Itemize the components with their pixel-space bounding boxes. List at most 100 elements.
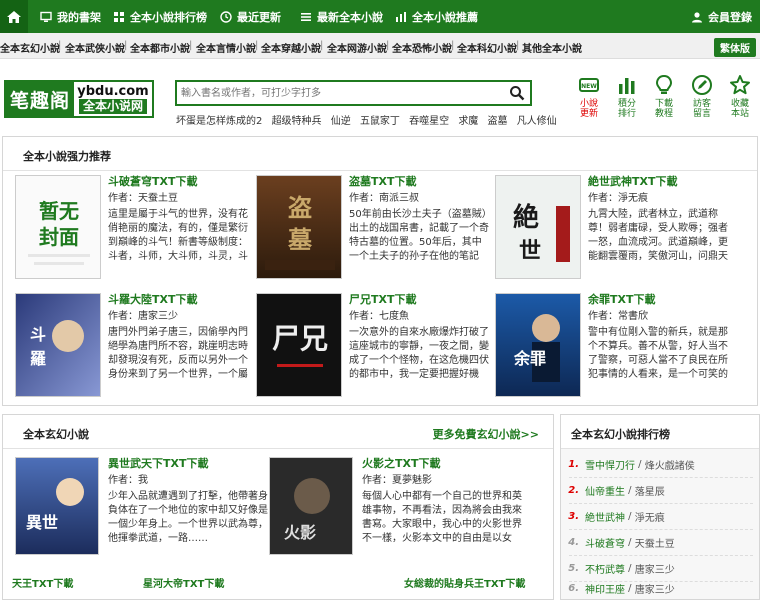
site-logo[interactable]: 笔趣阁 ybdu.com 全本小说网 bbox=[4, 80, 154, 118]
book-title[interactable]: 斗羅大陸TXT下載 bbox=[108, 293, 250, 307]
book-card[interactable]: 火影 火影之TXT下載 作者：夏夢魅影 每個人心中都有一个自己的世界和英雄事物，… bbox=[269, 457, 522, 557]
book-description: 50年前由长沙土夫子（盗墓賊）出土的战国帛書，記載了一个奇特古墓的位置。50年后… bbox=[349, 209, 489, 262]
ranking-item[interactable]: 3. 絶世武神 / 淨无痕 bbox=[561, 503, 760, 529]
tool-guestbook[interactable]: 訪客 留言 bbox=[685, 74, 719, 119]
tool-download-tutorial[interactable]: 下載 教程 bbox=[647, 74, 681, 119]
rank-book-title[interactable]: 斗破蒼穹 bbox=[585, 535, 625, 550]
book-cover[interactable]: 斗 羅 bbox=[15, 293, 101, 397]
tool-bookmark-site[interactable]: 收藏 本站 bbox=[723, 74, 757, 119]
hotword-link[interactable]: 五鼠家丁 bbox=[360, 116, 400, 127]
hotword-link[interactable]: 坏蛋是怎样炼成的2 bbox=[176, 116, 262, 127]
category-link[interactable]: 全本恐怖小說 bbox=[392, 40, 452, 55]
svg-text:斗: 斗 bbox=[30, 325, 46, 344]
rank-book-title[interactable]: 不朽武尊 bbox=[585, 561, 625, 576]
rank-book-title[interactable]: 神印王座 bbox=[585, 581, 625, 596]
book-title[interactable]: 異世武天下TXT下載 bbox=[108, 457, 268, 471]
category-link[interactable]: 全本都市小說 bbox=[130, 40, 190, 55]
xuanhuan-panel-title: 全本玄幻小說 bbox=[23, 428, 89, 441]
category-link[interactable]: 全本网游小說 bbox=[327, 40, 387, 55]
book-description: 九霄大陸，武者林立，武道称尊！弱者庸碌，受人欺辱；强者一怒，血流成河。武道巔峰，… bbox=[588, 209, 728, 262]
book-card[interactable]: 斗 羅 斗羅大陸TXT下載 作者：唐家三少 唐門外門弟子唐三，因偷學內門絕學為唐… bbox=[15, 293, 250, 405]
traditional-chinese-button[interactable]: 繁体版 bbox=[714, 38, 756, 57]
book-info: 絶世武神TXT下載 作者：淨无痕 九霄大陸，武者林立，武道称尊！弱者庸碌，受人欺… bbox=[588, 175, 730, 264]
rank-number: 6. bbox=[568, 582, 579, 594]
ranking-title: 全本玄幻小說排行榜 bbox=[571, 428, 670, 441]
book-card[interactable]: 絶 世 絶世武神TXT下載 作者：淨无痕 九霄大陸，武者林立，武道称尊！弱者庸碌… bbox=[495, 175, 730, 287]
rank-book-title[interactable]: 雪中悍刀行 bbox=[585, 457, 635, 472]
list-icon bbox=[301, 12, 311, 21]
logo-chinese: 笔趣阁 bbox=[6, 82, 74, 116]
category-link[interactable]: 其他全本小說 bbox=[522, 40, 582, 55]
hotword-link[interactable]: 超级特种兵 bbox=[272, 116, 322, 127]
ranking-item[interactable]: 2. 仙帝重生 / 落星辰 bbox=[561, 477, 760, 503]
tool-label-1: 訪客 bbox=[692, 99, 711, 109]
book-info: 斗破蒼穹TXT下載 作者：天蚕土豆 這里是屬于斗气的世界，没有花俏艳丽的魔法，有… bbox=[108, 175, 250, 264]
home-button[interactable] bbox=[0, 0, 28, 33]
nav-recommend[interactable]: 全本小說推薦 bbox=[395, 0, 478, 33]
book-title[interactable]: 盗墓TXT下載 bbox=[349, 175, 491, 189]
svg-text:NEW: NEW bbox=[581, 83, 597, 90]
nav-bookshelf[interactable]: 我的書架 bbox=[40, 0, 101, 33]
category-link[interactable]: 全本科幻小說 bbox=[457, 40, 517, 55]
category-link[interactable]: 全本玄幻小說 bbox=[0, 40, 60, 55]
svg-text:暂无: 暂无 bbox=[39, 199, 79, 223]
category-link[interactable]: 全本武俠小說 bbox=[65, 40, 125, 55]
extra-book-link[interactable]: 天王TXT下載 bbox=[12, 575, 73, 590]
rank-divider: / bbox=[635, 458, 645, 470]
category-bar: 全本玄幻小說 | 全本武俠小說 | 全本都市小說 | 全本言情小說 | 全本穿越… bbox=[0, 33, 760, 59]
category-link[interactable]: 全本言情小說 bbox=[196, 40, 256, 55]
book-card[interactable]: 暂无 封面 斗破蒼穹TXT下載 作者：天蚕土豆 這里是屬于斗气的世界，没有花俏艳… bbox=[15, 175, 250, 287]
book-info: 余罪TXT下載 作者：常書欣 警中有位剛入警的新兵，就是那个不算兵。善不从警，好… bbox=[588, 293, 730, 382]
nav-latest-complete[interactable]: 最新全本小說 bbox=[300, 0, 383, 33]
login-button[interactable]: 会員登錄 bbox=[691, 0, 752, 33]
rank-book-title[interactable]: 仙帝重生 bbox=[585, 483, 625, 498]
category-link[interactable]: 全本穿越小說 bbox=[261, 40, 321, 55]
xuanhuan-panel-header: 全本玄幻小說 更多免費玄幻小說>> bbox=[3, 415, 553, 449]
book-title[interactable]: 火影之TXT下載 bbox=[362, 457, 522, 471]
more-xuanhuan-link[interactable]: 更多免費玄幻小說>> bbox=[433, 426, 539, 442]
book-cover[interactable]: 絶 世 bbox=[495, 175, 581, 279]
tool-label-1: 下載 bbox=[654, 99, 673, 109]
book-cover[interactable]: 異世 bbox=[15, 457, 99, 555]
book-description: 這里是屬于斗气的世界，没有花俏艳丽的魔法，有的，僅是繁衍到巔峰的斗气！新書等級制… bbox=[108, 209, 248, 262]
book-cover[interactable]: 余罪 bbox=[495, 293, 581, 397]
book-card[interactable]: 尸兄 尸兄TXT下載 作者：七度魚 一次意外的自來水廠爆炸打破了這座城市的寧靜，… bbox=[256, 293, 491, 405]
book-cover[interactable]: 暂无 封面 bbox=[15, 175, 101, 279]
ranking-item[interactable]: 1. 雪中悍刀行 / 烽火戲諸侯 bbox=[561, 451, 760, 477]
nav-ranking[interactable]: 全本小說排行榜 bbox=[113, 0, 207, 33]
tool-novel-updates[interactable]: NEW 小說 更新 bbox=[572, 74, 606, 119]
hotword-link[interactable]: 凡人修仙 bbox=[517, 116, 557, 127]
book-card[interactable]: 盗 墓 盗墓TXT下載 作者：南派三叔 50年前由长沙土夫子（盗墓賊）出土的战国… bbox=[256, 175, 491, 287]
book-cover[interactable]: 尸兄 bbox=[256, 293, 342, 397]
ranking-panel: 全本玄幻小說排行榜 1. 雪中悍刀行 / 烽火戲諸侯 2. 仙帝重生 / 落星辰… bbox=[560, 414, 760, 600]
rank-number: 4. bbox=[568, 536, 579, 548]
rank-divider: / bbox=[625, 562, 635, 574]
rank-author: 淨无痕 bbox=[634, 512, 665, 524]
category-separator: | bbox=[58, 40, 62, 51]
book-description: 每個人心中都有一个自己的世界和英雄事物，不再看法，因為將会由我來書寫。大家眼中，… bbox=[362, 491, 522, 544]
hotword-link[interactable]: 盗墓 bbox=[488, 116, 508, 127]
ranking-item[interactable]: 4. 斗破蒼穹 / 天蚕土豆 bbox=[561, 529, 760, 555]
extra-book-link[interactable]: 星河大帝TXT下載 bbox=[143, 575, 224, 590]
hotword-link[interactable]: 求魔 bbox=[458, 116, 478, 127]
hotword-link[interactable]: 吞噬星空 bbox=[409, 116, 449, 127]
book-title[interactable]: 絶世武神TXT下載 bbox=[588, 175, 730, 189]
tool-points-ranking[interactable]: 積分 排行 bbox=[610, 74, 644, 119]
hotword-link[interactable]: 仙逆 bbox=[331, 116, 351, 127]
book-title[interactable]: 余罪TXT下載 bbox=[588, 293, 730, 307]
ranking-header: 全本玄幻小說排行榜 bbox=[561, 415, 759, 449]
nav-recent-updates[interactable]: 最近更新 bbox=[220, 0, 281, 33]
search-button[interactable] bbox=[506, 83, 528, 103]
book-card[interactable]: 異世 異世武天下TXT下載 作者：我 少年入品就遭遇到了打擊，他帶著身負体在了一… bbox=[15, 457, 268, 557]
book-card[interactable]: 余罪 余罪TXT下載 作者：常書欣 警中有位剛入警的新兵，就是那个不算兵。善不从… bbox=[495, 293, 730, 405]
book-title[interactable]: 尸兄TXT下載 bbox=[349, 293, 491, 307]
clock-icon bbox=[220, 10, 232, 23]
rank-book-title[interactable]: 絶世武神 bbox=[585, 509, 625, 524]
rank-number: 3. bbox=[568, 510, 579, 522]
book-title[interactable]: 斗破蒼穹TXT下載 bbox=[108, 175, 250, 189]
book-cover[interactable]: 火影 bbox=[269, 457, 353, 555]
ranking-item[interactable]: 6. 神印王座 / 唐家三少 bbox=[561, 575, 760, 601]
search-input[interactable] bbox=[181, 83, 501, 103]
extra-book-link[interactable]: 女総裁的貼身兵王TXT下載 bbox=[404, 575, 525, 590]
book-cover[interactable]: 盗 墓 bbox=[256, 175, 342, 279]
